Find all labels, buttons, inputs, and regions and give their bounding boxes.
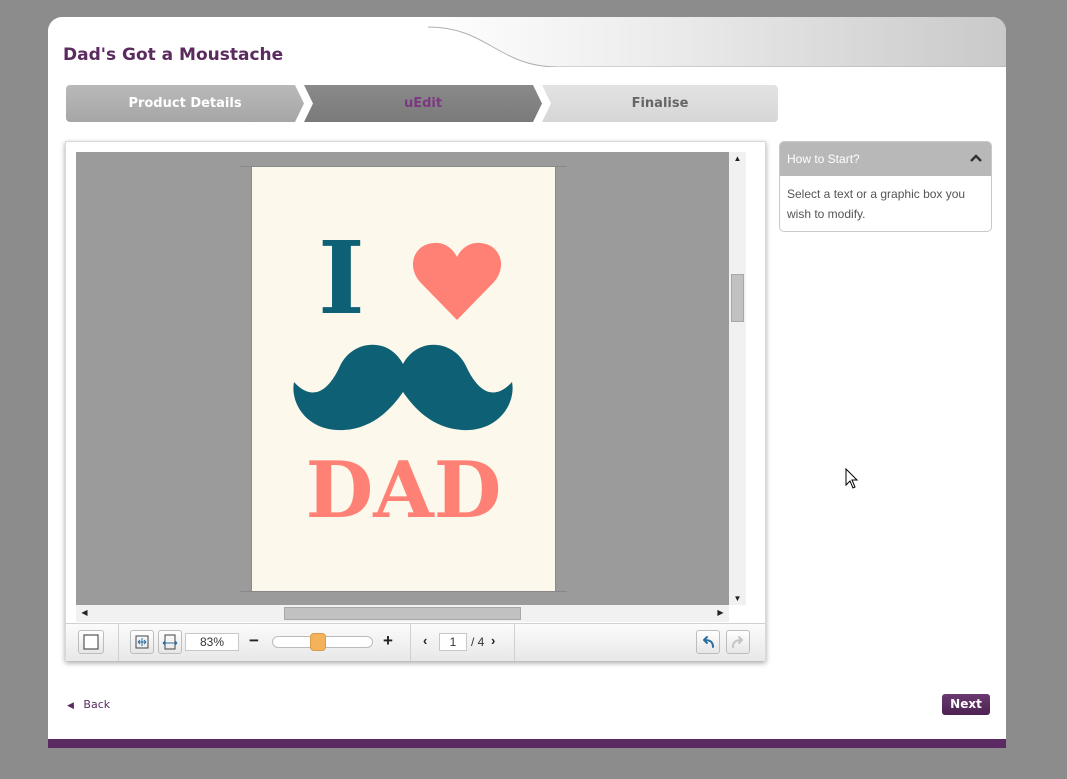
card-text-dad[interactable]: DAD [252,446,555,536]
zoom-input[interactable]: 83% [185,633,239,651]
redo-button[interactable] [726,630,750,654]
fit-page-button[interactable] [130,630,154,654]
footer-bar [48,739,1006,748]
redo-icon [732,636,743,648]
card-editor: I DAD ▲ ▼ ◀ ▶ 83% − + ‹ 1 / 4 › [65,141,766,661]
vertical-scroll-thumb[interactable] [731,274,744,322]
chevron-up-icon[interactable] [969,151,983,165]
card-text-i[interactable]: I [318,228,365,328]
crop-line-top [240,166,567,167]
chevron-left-icon[interactable]: ‹ [423,633,427,648]
page-title: Dad's Got a Moustache [63,45,284,65]
editor-canvas[interactable]: I DAD [76,152,729,605]
step-uedit[interactable]: uEdit [304,85,542,122]
horizontal-scrollbar[interactable]: ◀ ▶ [76,605,729,622]
moustache-graphic[interactable] [292,342,514,434]
toolbar-divider [514,624,515,661]
wizard-panel: Dad's Got a Moustache Product Details uE… [48,17,1006,748]
horizontal-scroll-thumb[interactable] [284,607,521,620]
scroll-down-icon[interactable]: ▼ [729,594,746,603]
chevron-right-icon[interactable]: › [491,633,495,648]
help-header[interactable]: How to Start? [780,142,991,176]
step-finalise[interactable]: Finalise [542,85,778,122]
page-number-input[interactable]: 1 [439,633,467,651]
back-link[interactable]: ◀ Back [67,698,110,711]
back-label: Back [83,698,111,711]
fit-page-icon [135,635,149,649]
crop-line-bottom [240,591,567,592]
page-total: / 4 [471,635,485,649]
step-product-details[interactable]: Product Details [66,85,304,122]
editor-toolbar: 83% − + ‹ 1 / 4 › [66,623,765,661]
card-page[interactable]: I DAD [240,166,567,592]
next-button[interactable]: Next [942,694,990,715]
vertical-scrollbar[interactable]: ▲ ▼ [729,152,746,605]
zoom-in-button[interactable]: + [383,631,393,651]
toolbar-divider [118,624,119,661]
triangle-left-icon: ◀ [67,701,74,711]
scroll-right-icon[interactable]: ▶ [712,608,729,617]
help-panel: How to Start? Select a text or a graphic… [779,141,992,232]
zoom-out-button[interactable]: − [249,631,259,651]
fit-width-icon [162,634,178,650]
heart-graphic[interactable] [412,240,502,322]
fit-width-button[interactable] [158,630,182,654]
zoom-slider-thumb[interactable] [310,633,327,651]
undo-icon [703,636,714,648]
toolbar-divider [410,624,411,661]
square-icon [83,634,99,650]
wizard-steps: Product Details uEdit Finalise [66,85,778,122]
scroll-up-icon[interactable]: ▲ [729,154,746,163]
select-box-button[interactable] [78,630,104,654]
scroll-left-icon[interactable]: ◀ [76,608,93,617]
mouse-cursor-icon [845,468,859,489]
help-title: How to Start? [787,152,860,166]
undo-button[interactable] [696,630,720,654]
help-text: Select a text or a graphic box you wish … [787,187,966,221]
